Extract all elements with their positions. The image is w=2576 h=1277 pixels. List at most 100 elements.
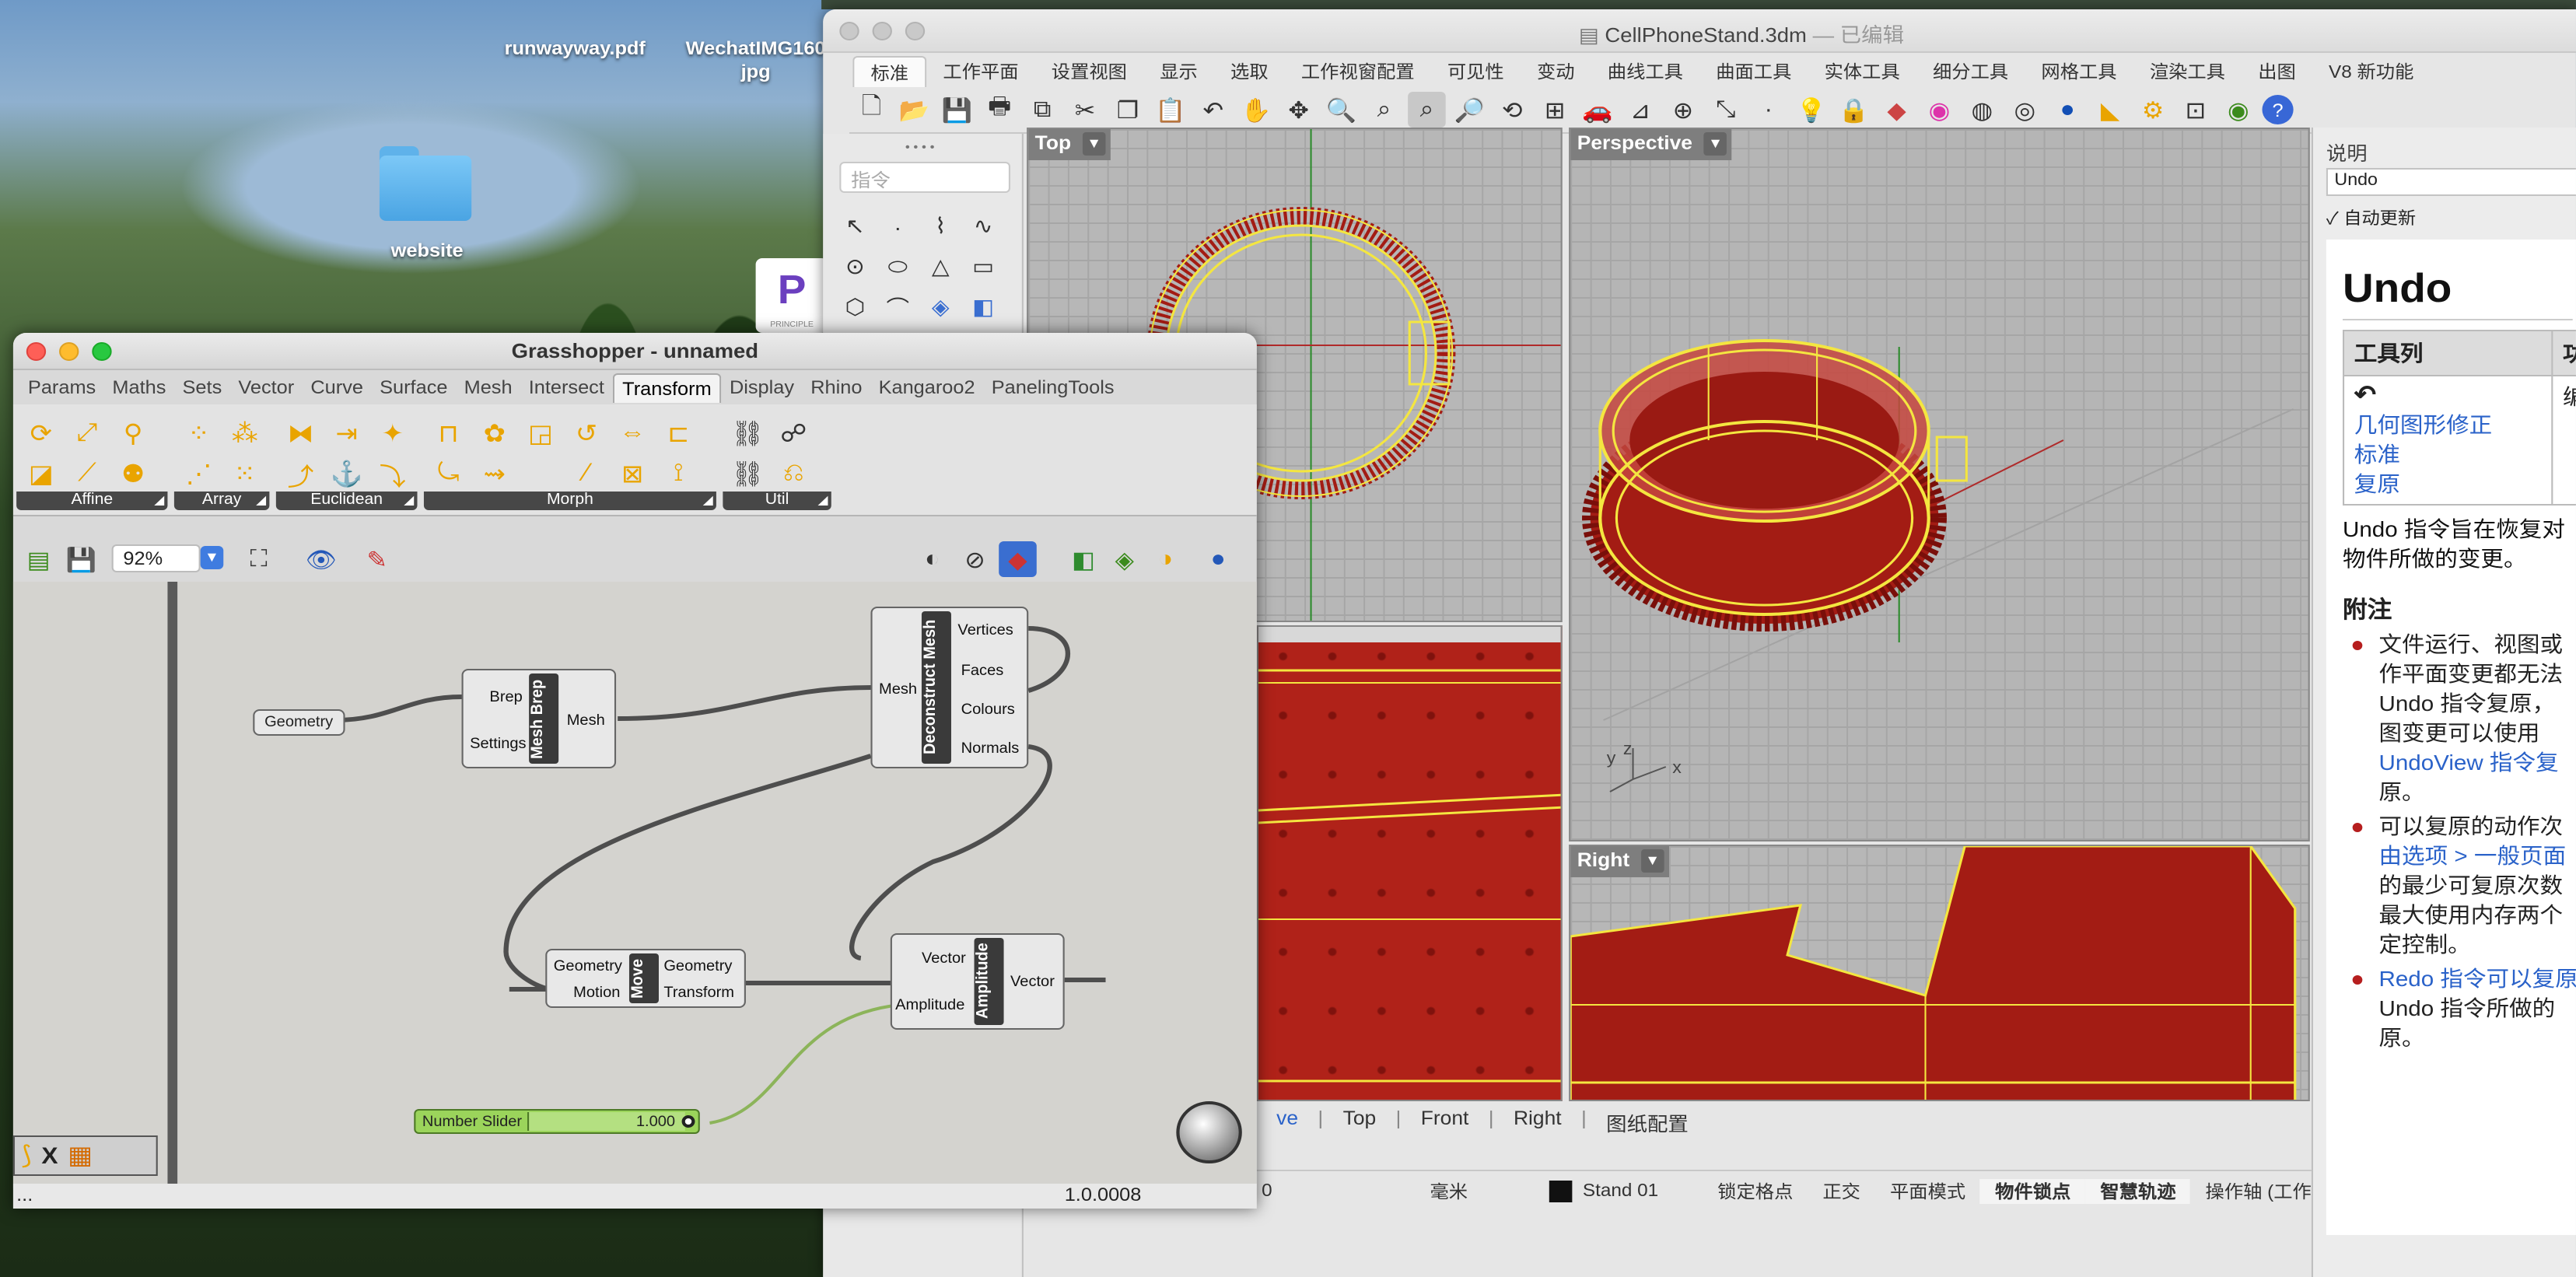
surface-icon[interactable]: ◈ (922, 289, 960, 325)
gh-tab[interactable]: Vector (230, 373, 303, 403)
new-file-icon[interactable]: 🗋 (852, 92, 891, 128)
input-port[interactable]: Motion (573, 985, 620, 1002)
extrude-icon[interactable]: ◧ (964, 289, 1003, 325)
status-toggle[interactable]: 物件锁点 (1980, 1178, 2086, 1203)
curve-array-icon[interactable]: ⁘ (177, 414, 220, 454)
gh-tab[interactable]: PanelingTools (983, 373, 1122, 403)
transform-icon[interactable]: ⛓ (726, 454, 769, 495)
sketch-icon[interactable]: ✎ (358, 541, 396, 577)
gh-geometry-param[interactable]: Geometry (253, 709, 345, 736)
save-icon[interactable]: 💾 (62, 541, 100, 577)
rendered-sphere-icon[interactable]: ● (2049, 92, 2087, 128)
car-icon[interactable]: 🚗 (1579, 92, 1617, 128)
open-file-icon[interactable]: ▤ (19, 541, 58, 577)
spotlight-icon[interactable]: ◣ (2091, 92, 2130, 128)
output-port[interactable]: Normals (961, 740, 1020, 757)
script-icon[interactable]: ⟆ (21, 1140, 31, 1171)
paste-icon[interactable]: 📋 (1152, 92, 1190, 128)
stretch-icon[interactable]: ⇔ (611, 414, 654, 454)
output-port[interactable]: Mesh (567, 712, 605, 729)
split-icon[interactable]: ☍ (772, 414, 815, 454)
input-port[interactable]: Geometry (554, 958, 622, 975)
open-file-icon[interactable]: 📂 (895, 92, 933, 128)
gh-amplitude-component[interactable]: Vector Amplitude Amplitude Vector (890, 933, 1065, 1030)
help-link[interactable]: 标准 (2354, 440, 2542, 470)
gh-number-slider[interactable]: Number Slider 1.000 (414, 1109, 700, 1134)
status-toggle[interactable]: 平面模式 (1875, 1178, 1980, 1203)
mirror-icon[interactable]: ⧓ (279, 414, 322, 454)
desktop-file-pdf[interactable]: runwayway.pdf (493, 37, 657, 59)
taper-icon[interactable]: ⊏ (657, 414, 700, 454)
layer-icon[interactable]: ◆ (1878, 92, 1916, 128)
viewport-tab[interactable]: Right (1494, 1107, 1581, 1137)
help-link[interactable]: 复原 (2354, 470, 2542, 499)
four-viewports-icon[interactable]: ⊞ (1536, 92, 1574, 128)
twist-icon[interactable]: ⤿ (427, 454, 470, 495)
gh-tab[interactable]: Kangaroo2 (870, 373, 983, 403)
rhino-tab[interactable]: V8 新功能 (2312, 56, 2431, 87)
input-port[interactable]: Mesh (879, 681, 917, 698)
box-array-icon[interactable]: ⁙ (223, 454, 266, 495)
input-port[interactable]: Settings (470, 736, 527, 753)
viewport-perspective[interactable]: Perspective ▼ y z x (1569, 128, 2310, 841)
viewport-tab[interactable]: 图纸配置 (1587, 1107, 1708, 1137)
project-icon[interactable]: ⚲ (112, 414, 155, 454)
bake-icon[interactable]: ◧ (1065, 541, 1103, 577)
scale-icon[interactable]: ⤢ (65, 414, 108, 454)
light-icon[interactable]: 💡 (1792, 92, 1830, 128)
rectangle-icon[interactable]: ▭ (964, 249, 1003, 285)
mirror-surface-icon[interactable]: ⟟ (657, 454, 700, 495)
input-port[interactable]: Vector (922, 950, 966, 967)
surface-morph-icon[interactable]: ◲ (519, 414, 562, 454)
slider-grip-icon[interactable] (681, 1115, 695, 1128)
rhino-tab[interactable]: 细分工具 (1916, 56, 2025, 87)
orient-direction-icon[interactable]: ⚓ (325, 454, 368, 495)
rhino-tab[interactable]: 实体工具 (1808, 56, 1916, 87)
rect-mapping-icon[interactable]: ◪ (19, 454, 62, 495)
orient-icon[interactable]: ⚉ (112, 454, 155, 495)
rotate-direction-icon[interactable]: ⤵ (371, 454, 414, 495)
move-to-plane-icon[interactable]: ⤴ (279, 454, 322, 495)
rhino-tab[interactable]: 显示 (1143, 56, 1214, 87)
gh-tab[interactable]: Transform (612, 373, 722, 403)
output-port[interactable]: Geometry (663, 958, 732, 975)
move-icon[interactable]: ⇥ (325, 414, 368, 454)
rhino-tab[interactable]: 曲线工具 (1591, 56, 1699, 87)
gh-canvas[interactable]: Geometry Brep Settings Mesh Brep Mesh Me… (12, 582, 1257, 1188)
desktop-file-wechat[interactable]: WechatIMG160 jpg (674, 37, 838, 84)
desktop-folder-website[interactable]: website (345, 240, 509, 261)
sphere-icon[interactable]: ● (1199, 541, 1237, 577)
output-port[interactable]: Colours (961, 701, 1015, 719)
viewport-label-right[interactable]: Right ▼ (1570, 846, 1669, 877)
map-surface-icon[interactable]: ⊠ (611, 454, 654, 495)
copy-to-clipboard-icon[interactable]: ⧉ (1024, 92, 1062, 128)
command-input[interactable]: 指令 (839, 162, 1011, 193)
color-wheel-icon[interactable]: ◉ (1920, 92, 1958, 128)
gh-tab[interactable]: Maths (104, 373, 174, 403)
rhino-tab[interactable]: 曲面工具 (1699, 56, 1808, 87)
rotate-axis-icon[interactable]: ✦ (371, 414, 414, 454)
zoom-button[interactable] (905, 22, 926, 40)
material-icon[interactable]: ◑ (1146, 541, 1185, 577)
polyline-icon[interactable]: ⌇ (922, 208, 960, 244)
output-port[interactable]: Vector (1010, 974, 1055, 991)
undo-icon[interactable]: ↶ (1195, 92, 1233, 128)
input-port[interactable]: Brep (489, 689, 522, 706)
status-toggle[interactable]: 锁定格点 (1703, 1178, 1808, 1203)
polar-array-icon[interactable]: ⁂ (223, 414, 266, 454)
gh-tab[interactable]: Intersect (520, 373, 612, 403)
gh-tab[interactable]: Sets (174, 373, 230, 403)
select-arrow-icon[interactable]: ↖ (836, 208, 874, 244)
polygon-tool-icon[interactable]: ⬡ (836, 289, 874, 325)
rhino-tab[interactable]: 工作平面 (926, 56, 1034, 87)
gh-tab[interactable]: Curve (303, 373, 372, 403)
preview-off-icon[interactable]: ◐ (913, 541, 951, 577)
selection-preview-icon[interactable]: ◈ (1106, 541, 1144, 577)
help-link[interactable]: 几何图形修正 (2354, 411, 2542, 440)
zoom-extents-icon[interactable]: ⌕ (1408, 92, 1446, 128)
status-toggle[interactable]: 正交 (1808, 1178, 1875, 1203)
zoom-window-icon[interactable]: ⌕ (1365, 92, 1403, 128)
viewport-front[interactable] (1256, 625, 1563, 1101)
gh-move-component[interactable]: Geometry Motion Move Geometry Transform (545, 949, 746, 1008)
status-units[interactable]: 毫米 (1415, 1178, 1482, 1203)
